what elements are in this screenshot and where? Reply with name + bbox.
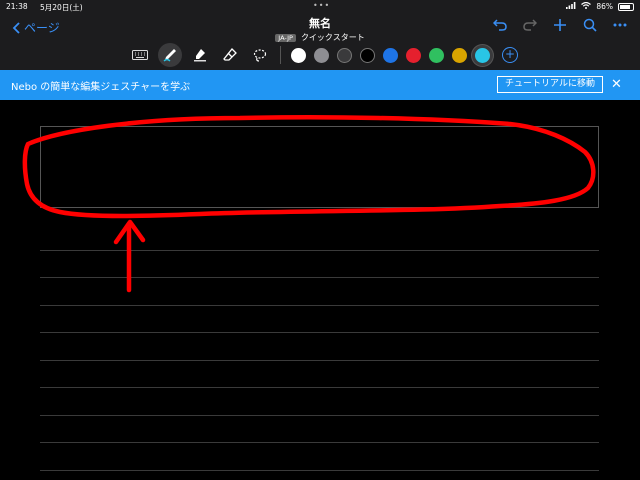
color-swatch[interactable] (452, 47, 467, 63)
color-swatch[interactable] (475, 47, 490, 63)
color-swatch[interactable] (383, 47, 398, 63)
multitasking-dots-icon[interactable]: ••• (313, 1, 330, 10)
signal-icon (566, 2, 576, 11)
highlighter-tool[interactable] (188, 43, 212, 67)
color-swatch[interactable] (429, 47, 444, 63)
undo-icon (493, 19, 507, 31)
battery-percent: 86% (596, 2, 613, 11)
redo-icon (523, 19, 537, 31)
status-indicators: 86% (566, 1, 634, 11)
pen-toolbar: + (128, 43, 518, 67)
eraser-tool[interactable] (218, 43, 242, 67)
search-icon (583, 18, 597, 32)
add-color-button[interactable]: + (502, 47, 518, 63)
lasso-icon (253, 49, 267, 62)
color-swatch[interactable] (337, 47, 352, 63)
banner-text: Nebo の簡単な編集ジェスチャーを学ぶ (11, 82, 191, 93)
redo-button[interactable] (522, 17, 538, 33)
red-annotation-overlay (22, 115, 596, 293)
subtitle-row: JA-JP クイックスタート (0, 32, 640, 43)
color-swatch[interactable] (314, 47, 329, 63)
highlighter-icon (194, 49, 206, 62)
add-button[interactable] (552, 17, 568, 33)
top-toolbar: ページ 無名 JA-JP クイックスタート + (0, 12, 640, 70)
color-swatch[interactable] (291, 47, 306, 63)
pen-icon (163, 49, 176, 62)
red-loop-annotation (22, 115, 596, 219)
plus-icon (554, 19, 566, 31)
keyboard-icon (132, 50, 148, 60)
color-swatch[interactable] (360, 47, 375, 63)
color-palette (289, 47, 492, 63)
tutorial-button[interactable]: チュートリアルに移動 (497, 76, 603, 93)
right-actions (492, 17, 628, 33)
search-button[interactable] (582, 17, 598, 33)
lasso-tool[interactable] (248, 43, 272, 67)
notebook-name[interactable]: クイックスタート (301, 32, 365, 43)
wifi-icon (581, 1, 592, 11)
more-icon (613, 23, 627, 27)
status-bar: 21:38 5月20日(土) ••• 86% (0, 0, 640, 12)
close-icon[interactable]: ✕ (611, 77, 622, 92)
color-swatch[interactable] (406, 47, 421, 63)
undo-button[interactable] (492, 17, 508, 33)
keyboard-tool[interactable] (128, 43, 152, 67)
more-button[interactable] (612, 17, 628, 33)
status-time: 21:38 (6, 2, 28, 11)
eraser-icon (223, 48, 237, 61)
writing-canvas[interactable] (0, 100, 640, 480)
toolbar-divider (280, 46, 281, 64)
language-badge[interactable]: JA-JP (275, 33, 296, 42)
battery-icon (618, 2, 634, 11)
tutorial-banner: Nebo の簡単な編集ジェスチャーを学ぶ チュートリアルに移動 ✕ (0, 70, 640, 100)
pen-tool[interactable] (158, 43, 182, 67)
